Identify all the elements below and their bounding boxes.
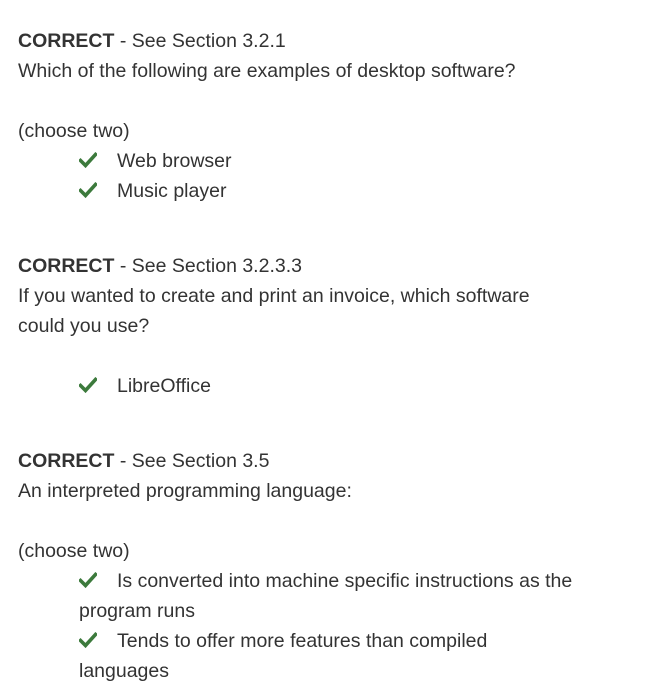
- question-1: CORRECT - See Section 3.2.1 Which of the…: [18, 26, 658, 206]
- question-text-line: could you use?: [18, 315, 150, 337]
- question-2: CORRECT - See Section 3.2.3.3 If you wan…: [18, 251, 658, 401]
- status-label: CORRECT: [18, 255, 115, 277]
- section-reference: See Section 3.2.1: [131, 30, 286, 52]
- answer-text: Web browser: [117, 150, 232, 172]
- answer-list: Is converted into machine specific instr…: [18, 566, 658, 686]
- separator: -: [114, 255, 132, 277]
- check-icon: [79, 152, 97, 168]
- quiz-results: CORRECT - See Section 3.2.1 Which of the…: [18, 26, 658, 686]
- choose-hint: (choose two): [18, 540, 130, 562]
- answer-text-line: program runs: [79, 600, 195, 622]
- question-text: An interpreted programming language:: [18, 480, 352, 502]
- answer-text-line: Is converted into machine specific instr…: [117, 570, 573, 592]
- check-icon: [79, 377, 97, 393]
- section-reference: See Section 3.5: [131, 450, 270, 472]
- answer-item: Tends to offer more features than compil…: [79, 626, 658, 686]
- answer-list: LibreOffice: [18, 371, 658, 401]
- question-text-line: If you wanted to create and print an inv…: [18, 285, 530, 307]
- check-icon: [79, 182, 97, 198]
- status-label: CORRECT: [18, 30, 115, 52]
- choose-hint: (choose two): [18, 120, 130, 142]
- section-reference: See Section 3.2.3.3: [131, 255, 302, 277]
- question-3: CORRECT - See Section 3.5 An interpreted…: [18, 446, 658, 686]
- status-label: CORRECT: [18, 450, 115, 472]
- question-header: CORRECT - See Section 3.5: [18, 446, 658, 476]
- answer-item: Is converted into machine specific instr…: [79, 566, 658, 626]
- check-icon: [79, 632, 97, 648]
- answer-text: Music player: [117, 180, 227, 202]
- question-header: CORRECT - See Section 3.2.1: [18, 26, 658, 56]
- answer-list: Web browser Music player: [18, 146, 658, 206]
- question-header: CORRECT - See Section 3.2.3.3: [18, 251, 658, 281]
- answer-item: LibreOffice: [79, 371, 658, 401]
- answer-item: Web browser: [79, 146, 658, 176]
- answer-text: LibreOffice: [117, 375, 211, 397]
- answer-text-line: languages: [79, 660, 169, 682]
- separator: -: [114, 30, 132, 52]
- answer-item: Music player: [79, 176, 658, 206]
- separator: -: [114, 450, 132, 472]
- check-icon: [79, 572, 97, 588]
- answer-text-line: Tends to offer more features than compil…: [117, 630, 488, 652]
- question-text: Which of the following are examples of d…: [18, 60, 516, 82]
